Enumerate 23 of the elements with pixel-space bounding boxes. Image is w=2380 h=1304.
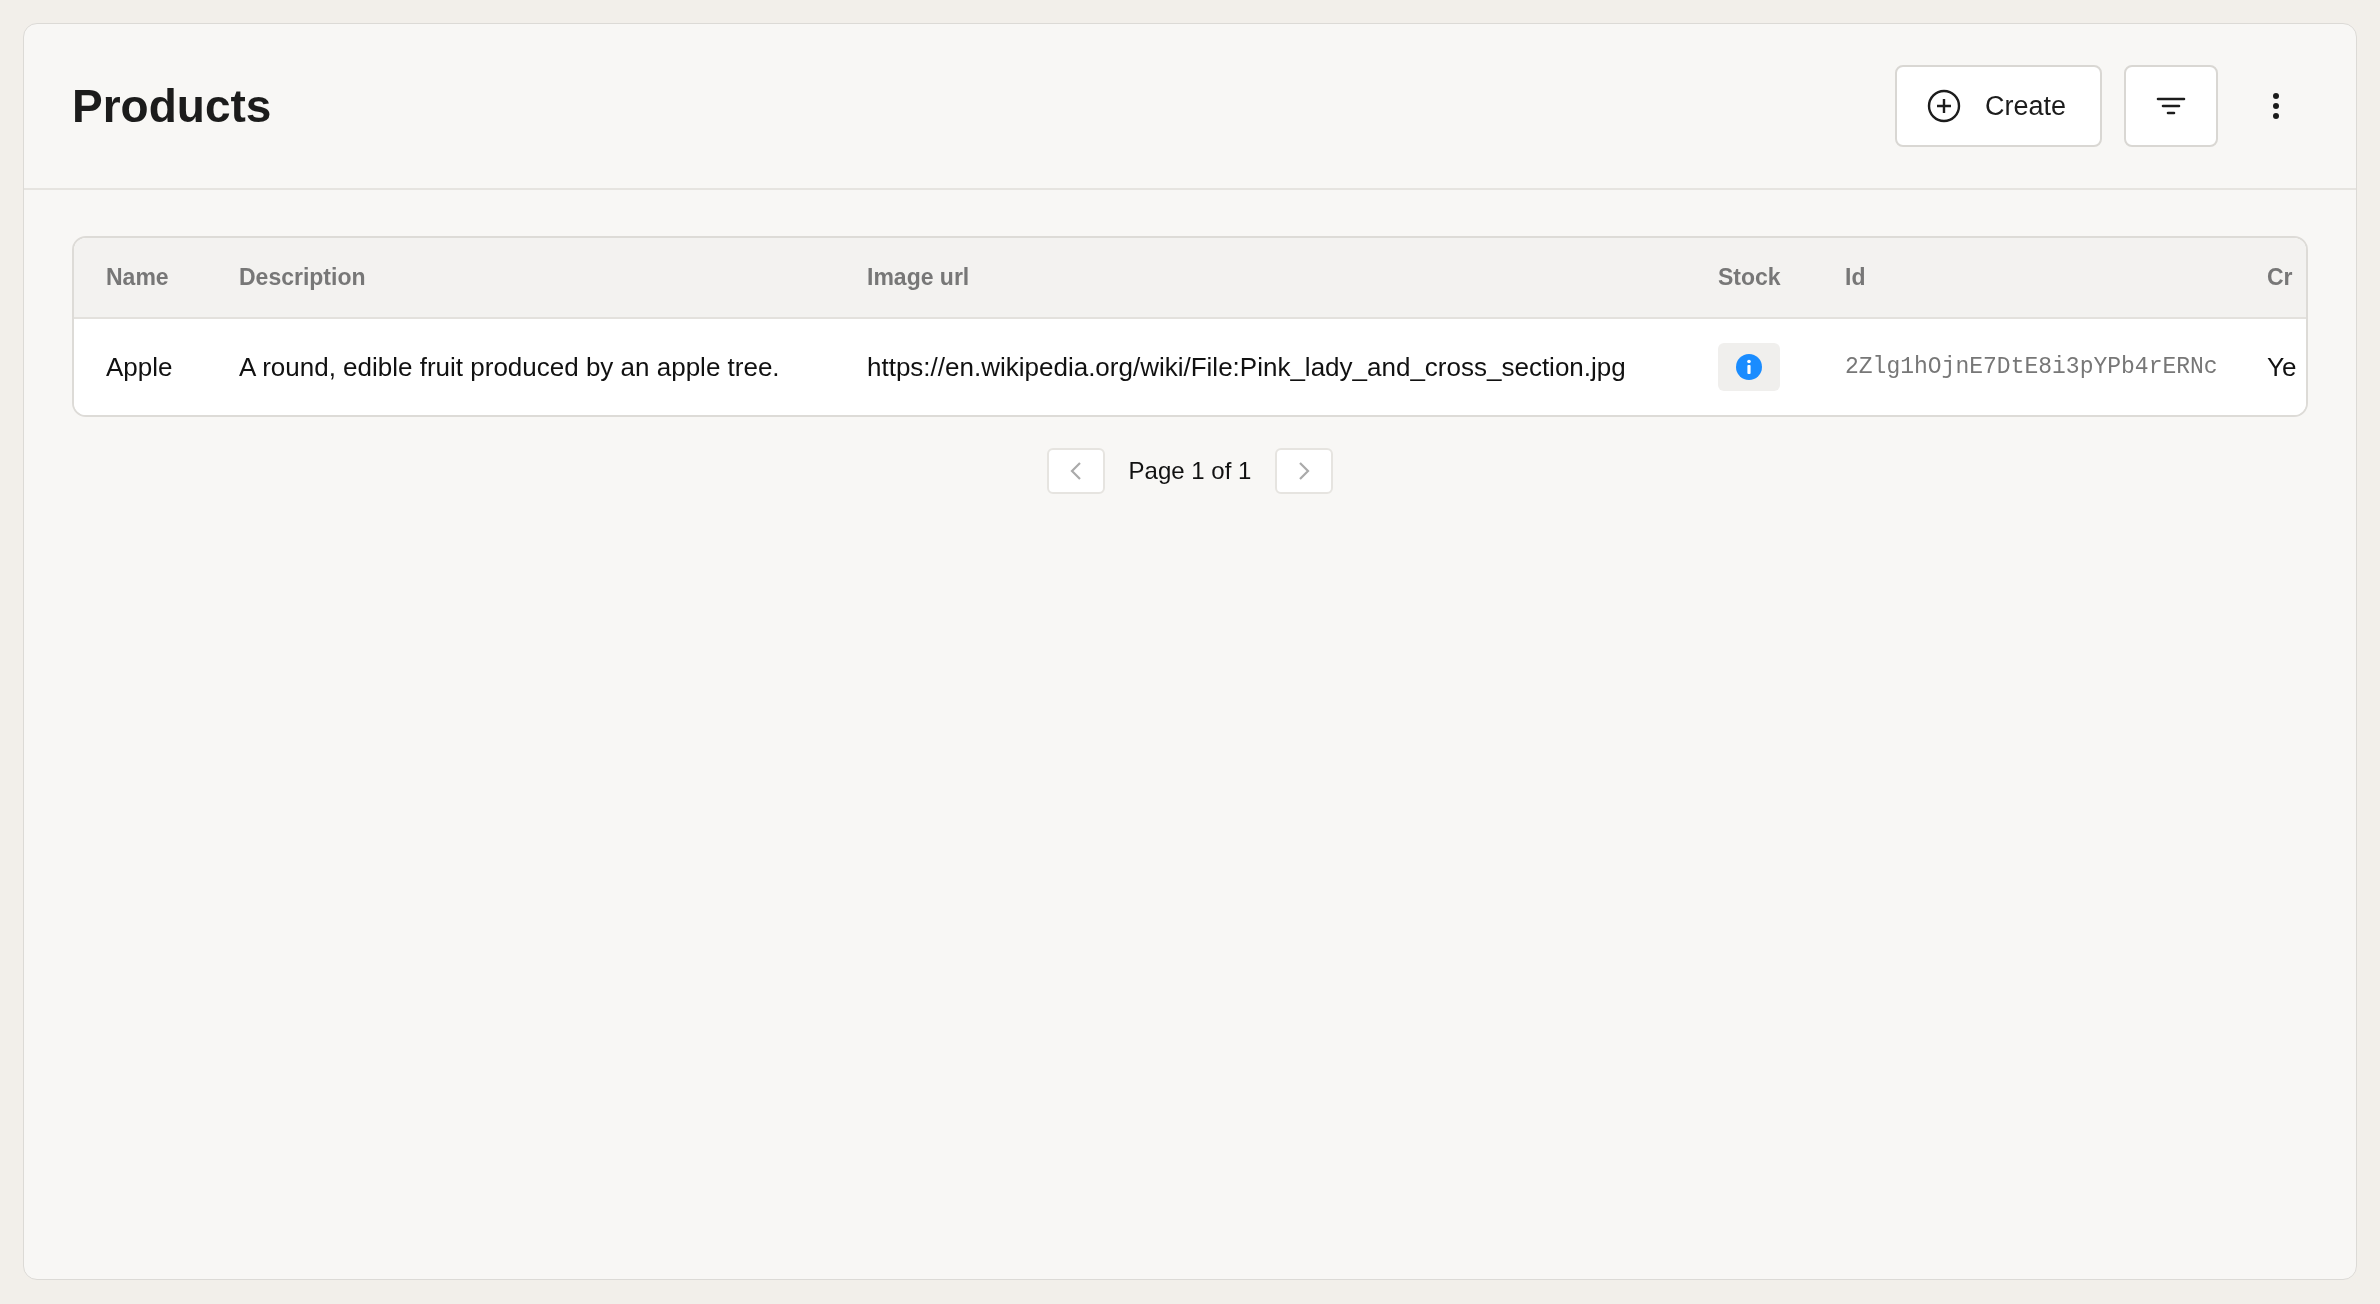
table-cell: A round, edible fruit produced by an apple tree. [239,351,780,383]
table-cell: Ye [2267,351,2297,383]
chevron-left-icon [1069,461,1082,481]
page-title: Products [72,79,273,133]
info-icon [1736,354,1762,380]
create-button[interactable]: Create [1894,65,2102,147]
chevron-right-icon [1298,461,1311,481]
page-indicator: Page 1 of 1 [1128,457,1252,485]
table-cell: 2Zlg1hOjnE7DtE8i3pYPb4rERNc [1845,354,2218,380]
filter-button[interactable] [2124,65,2218,147]
column-header[interactable]: Description [239,264,366,291]
column-header[interactable]: Image url [867,264,970,291]
next-page-button[interactable] [1275,448,1334,494]
column-header[interactable]: Name [106,264,169,291]
more-icon [2272,92,2280,120]
column-header[interactable]: Id [1845,264,1866,291]
filter-icon [2156,96,2186,116]
plus-circle-icon [1926,89,1961,123]
table-cell: Apple [106,351,173,383]
column-header[interactable]: Cr [2267,264,2293,291]
table-cell: https://en.wikipedia.org/wiki/File:Pink_lady_and_cross_section.jpg [867,351,1626,383]
previous-page-button[interactable] [1046,448,1105,494]
column-header[interactable]: Stock [1718,264,1781,291]
